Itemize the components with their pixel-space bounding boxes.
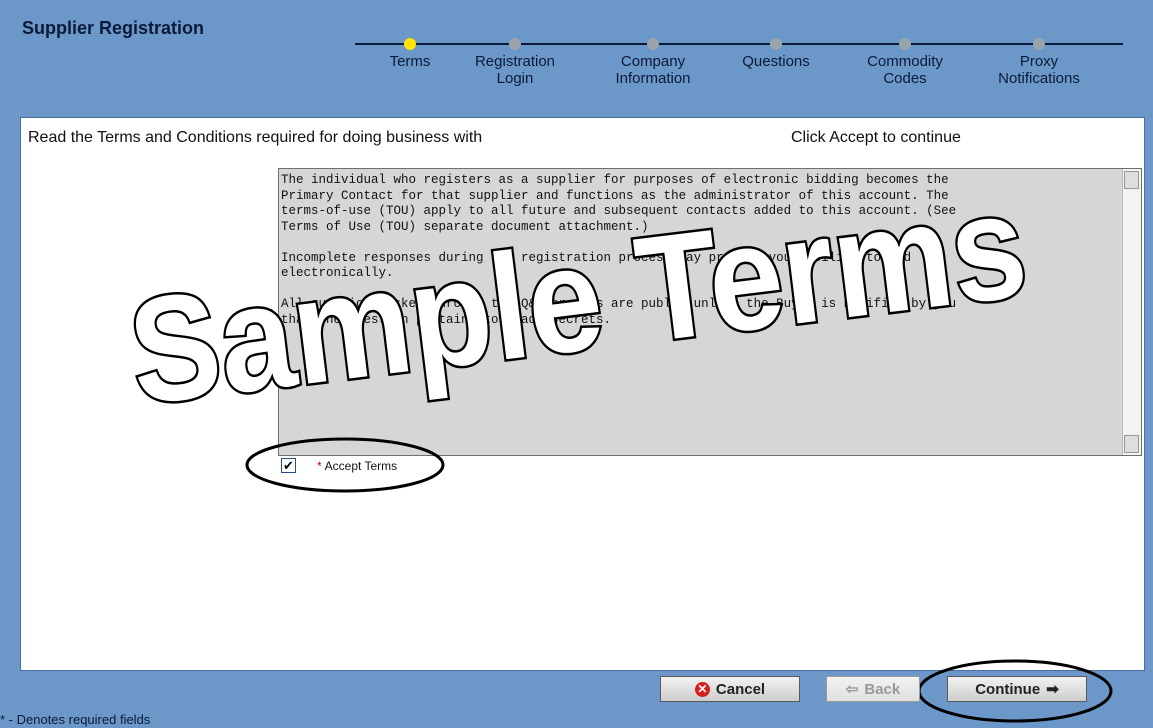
step-dot <box>509 38 521 50</box>
accept-terms-checkbox[interactable]: ✔ <box>281 458 296 473</box>
step-terms: Terms <box>350 36 470 70</box>
step-proxy-notifications: Proxy Notifications <box>979 36 1099 87</box>
step-dot <box>770 38 782 50</box>
step-label: Proxy Notifications <box>998 53 1080 87</box>
step-label: Terms <box>389 53 431 70</box>
step-label: Registration Login <box>474 53 556 87</box>
terms-panel: Read the Terms and Conditions required f… <box>20 117 1145 671</box>
step-commodity-codes: Commodity Codes <box>845 36 965 87</box>
continue-label: Continue <box>975 680 1041 698</box>
required-fields-note: * - Denotes required fields <box>0 712 151 727</box>
terms-scrollbar[interactable] <box>1122 169 1141 455</box>
step-dot <box>899 38 911 50</box>
back-button[interactable]: ⇦ Back <box>826 676 920 702</box>
page-title: Supplier Registration <box>22 18 205 38</box>
step-questions: Questions <box>716 36 836 70</box>
instruction-text: Read the Terms and Conditions required f… <box>28 129 483 146</box>
step-label: Company Information <box>615 53 691 87</box>
terms-paragraph: All questions asked through the Q&A proc… <box>281 297 957 327</box>
scroll-down-button[interactable] <box>1124 435 1139 453</box>
terms-textarea[interactable]: The individual who registers as a suppli… <box>278 168 1142 456</box>
step-company-information: Company Information <box>593 36 713 87</box>
cancel-button[interactable]: ✕ Cancel <box>660 676 800 702</box>
step-dot <box>647 38 659 50</box>
arrow-left-icon: ⇦ <box>845 681 859 698</box>
step-dot-active <box>404 38 416 50</box>
step-dot <box>1033 38 1045 50</box>
back-label: Back <box>864 680 901 698</box>
instruction-accept-text: Click Accept to continue <box>791 129 961 146</box>
cancel-icon: ✕ <box>694 681 710 697</box>
arrow-right-icon: ➡ <box>1046 681 1059 698</box>
accept-terms-text: Accept Terms <box>324 459 398 473</box>
scroll-up-button[interactable] <box>1124 171 1139 189</box>
required-marker: * <box>317 459 322 473</box>
cancel-label: Cancel <box>715 680 766 698</box>
terms-paragraph: The individual who registers as a suppli… <box>281 173 957 234</box>
step-label: Commodity Codes <box>867 53 943 87</box>
terms-paragraph: Incomplete responses during the registra… <box>281 250 912 281</box>
accept-terms-label: * Accept Terms <box>317 459 397 473</box>
step-label: Questions <box>742 53 810 70</box>
progress-steps: Terms Registration Login Company Informa… <box>355 36 1123 100</box>
continue-button[interactable]: Continue ➡ <box>947 676 1087 702</box>
step-registration-login: Registration Login <box>455 36 575 87</box>
terms-content: The individual who registers as a suppli… <box>281 173 1119 344</box>
